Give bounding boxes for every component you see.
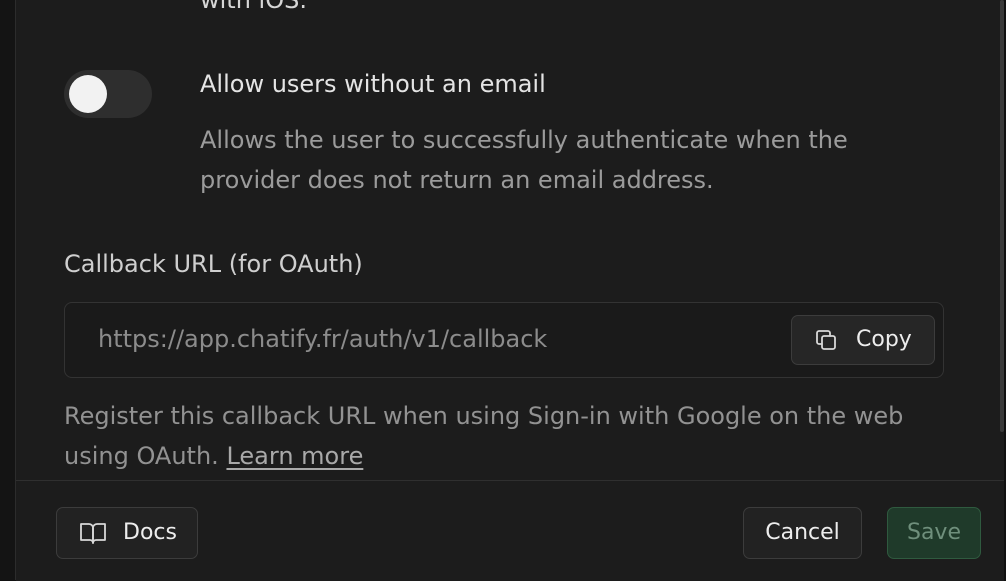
callback-url-value[interactable]: https://app.chatify.fr/auth/v1/callback (98, 325, 547, 353)
scrollbar[interactable] (1000, 0, 1004, 480)
save-button-label: Save (906, 520, 961, 545)
callback-help-description: Register this callback URL when using Si… (64, 402, 904, 470)
background-strip (0, 0, 16, 580)
callback-help-text: Register this callback URL when using Si… (64, 396, 964, 476)
docs-button[interactable]: Docs (56, 507, 198, 559)
docs-button-label: Docs (123, 520, 177, 545)
ios-note-text: with iOS. (200, 0, 307, 14)
toggle-knob (69, 75, 107, 113)
allow-users-without-email-toggle[interactable] (64, 70, 152, 118)
cancel-button[interactable]: Cancel (743, 507, 862, 559)
scrollbar-thumb[interactable] (1000, 0, 1004, 432)
learn-more-link[interactable]: Learn more (226, 442, 363, 470)
callback-url-label: Callback URL (for OAuth) (64, 250, 363, 278)
panel-footer: Docs Cancel Save (16, 480, 1004, 581)
callback-url-field[interactable]: https://app.chatify.fr/auth/v1/callback … (64, 302, 944, 378)
allow-users-without-email-description: Allows the user to successfully authenti… (200, 126, 848, 194)
cancel-button-label: Cancel (765, 520, 840, 545)
copy-button[interactable]: Copy (791, 315, 935, 365)
copy-button-label: Copy (856, 327, 912, 352)
allow-users-without-email-title: Allow users without an email (200, 70, 546, 98)
save-button[interactable]: Save (887, 507, 981, 559)
book-open-icon (80, 523, 106, 544)
provider-settings-panel: with iOS. Allow users without an email A… (16, 0, 1004, 581)
copy-icon (816, 330, 836, 350)
